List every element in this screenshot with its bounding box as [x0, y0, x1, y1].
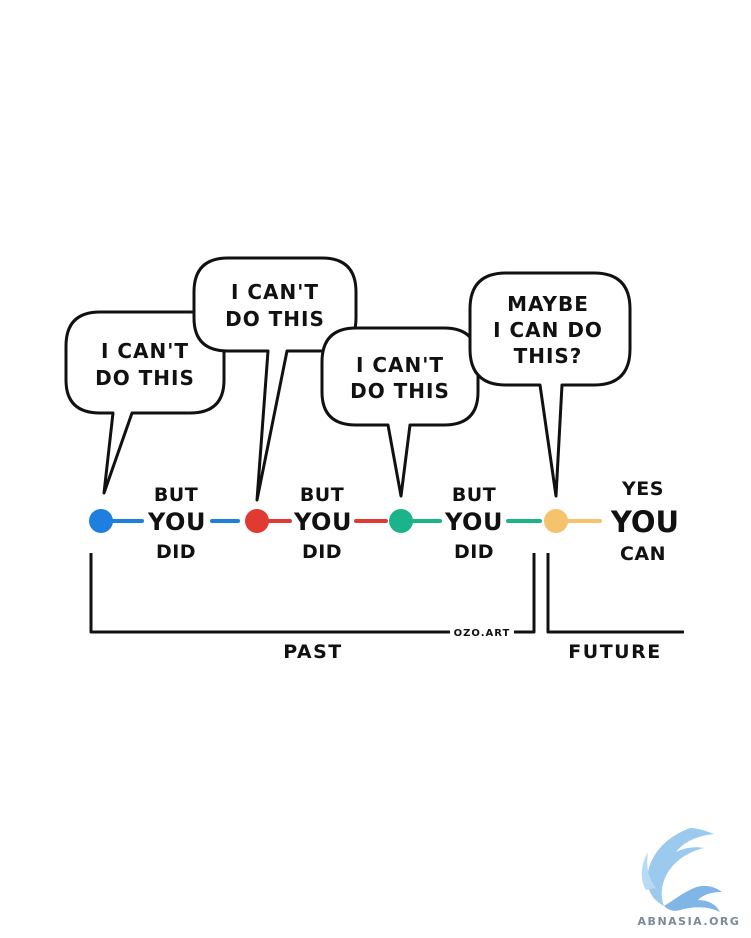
timeline-dot-3 [389, 509, 413, 533]
step-1-middle: YOU [147, 508, 206, 536]
speech-bubble-4-line-1: MAYBE [507, 292, 589, 316]
speech-bubble-2-line-1: I CAN'T [231, 280, 319, 304]
final-step-bottom: CAN [620, 543, 666, 565]
step-3-bottom: DID [454, 541, 494, 563]
speech-bubble-3-line-2: DO THIS [350, 379, 450, 403]
timeline-dot-1 [89, 509, 113, 533]
step-2: BUT YOU DID [293, 484, 352, 563]
step-3-top: BUT [452, 484, 496, 506]
step-2-middle: YOU [293, 508, 352, 536]
future-label: FUTURE [568, 641, 661, 663]
speech-bubble-4-line-3: THIS? [514, 344, 583, 368]
past-bracket [89, 553, 536, 634]
step-2-bottom: DID [302, 541, 342, 563]
speech-bubble-1-line-2: DO THIS [95, 366, 195, 390]
step-1: BUT YOU DID [147, 484, 206, 563]
timeline-diagram: I CAN'T DO THIS I CAN'T DO THIS I CAN'T … [64, 256, 741, 928]
speech-bubble-1-line-1: I CAN'T [101, 339, 189, 363]
step-3-middle: YOU [444, 508, 503, 536]
speech-bubble-4: MAYBE I CAN DO THIS? [468, 271, 632, 498]
step-3: BUT YOU DID [444, 484, 503, 563]
speech-bubble-3-line-1: I CAN'T [356, 353, 444, 377]
final-step-middle: YOU [610, 505, 679, 539]
speech-bubble-3: I CAN'T DO THIS [320, 326, 480, 498]
step-2-top: BUT [300, 484, 344, 506]
timeline-dot-2 [245, 509, 269, 533]
speech-bubble-4-line-2: I CAN DO [493, 318, 603, 342]
step-1-bottom: DID [156, 541, 196, 563]
timeline-dot-4 [544, 509, 568, 533]
past-label: PAST [283, 641, 343, 663]
bird-logo-icon [641, 828, 722, 912]
watermark-text: ABNASIA.ORG [638, 915, 741, 928]
final-step-top: YES [621, 478, 664, 500]
speech-bubble-2-line-2: DO THIS [225, 307, 325, 331]
final-step: YES YOU CAN [610, 478, 679, 565]
step-1-top: BUT [154, 484, 198, 506]
signature-label: OZO.ART [454, 628, 511, 639]
